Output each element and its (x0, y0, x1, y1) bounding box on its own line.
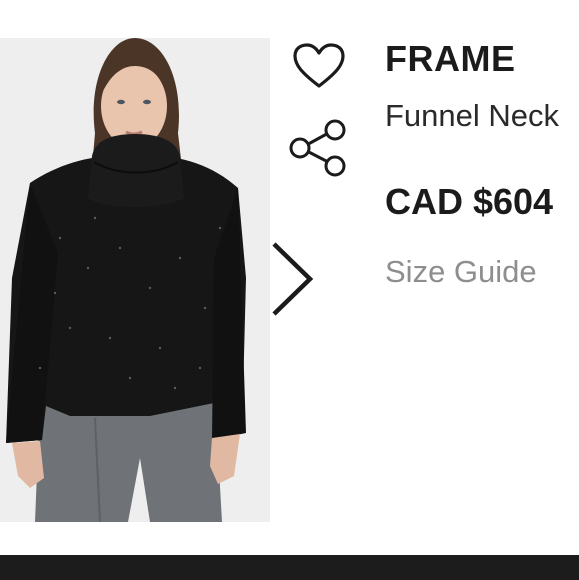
share-icon[interactable] (288, 118, 350, 180)
brand-name[interactable]: FRAME (385, 38, 516, 80)
product-detail-page: FRAME Funnel Neck CAD $604 Size Guide (0, 0, 579, 580)
product-title: Funnel Neck (385, 98, 560, 133)
heart-icon[interactable] (292, 42, 346, 90)
size-guide-link[interactable]: Size Guide (385, 254, 537, 290)
bottom-bar (0, 555, 579, 580)
chevron-right-icon[interactable] (268, 240, 316, 318)
product-image[interactable] (0, 38, 270, 522)
product-price: CAD $604 (385, 181, 554, 222)
